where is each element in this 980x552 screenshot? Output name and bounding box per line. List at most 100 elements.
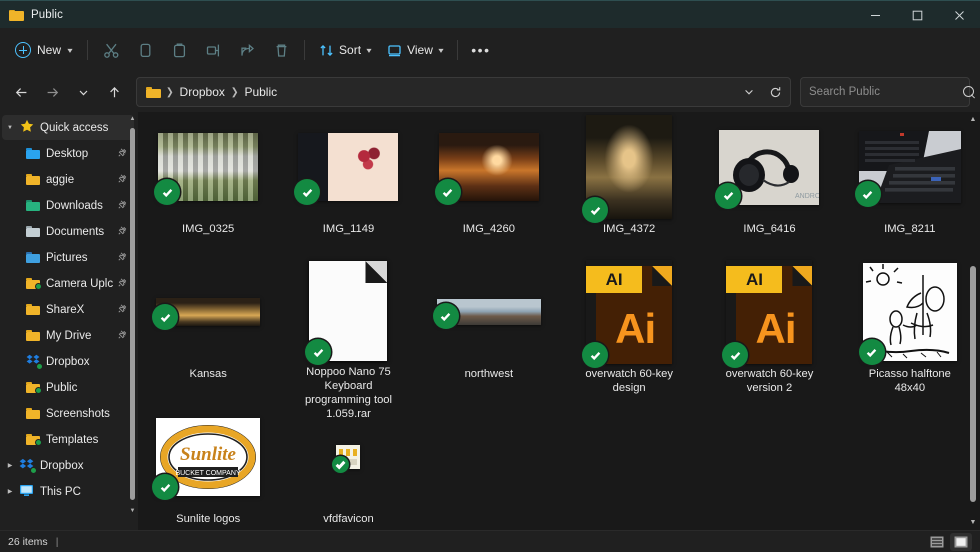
sidebar-item-quick-access[interactable]: ▼Quick access	[2, 115, 134, 140]
new-button[interactable]: New ▾	[8, 35, 81, 65]
refresh-icon[interactable]	[762, 79, 788, 105]
maximize-icon[interactable]	[896, 1, 938, 29]
file-name: overwatch 60-key version 2	[712, 366, 826, 396]
sidebar-item-documents[interactable]: Documents	[2, 219, 134, 244]
sidebar-item-my-drive[interactable]: My Drive	[2, 323, 134, 348]
file-explorer-window: Public New ▾	[0, 0, 980, 552]
file-item[interactable]: IMG_0325	[138, 112, 278, 257]
pin-icon[interactable]	[118, 226, 128, 237]
file-thumbnail	[336, 445, 360, 469]
cut-icon[interactable]	[94, 35, 128, 65]
sidebar-item-sharex[interactable]: ShareX	[2, 297, 134, 322]
file-item[interactable]: ANDROID IMG_6416	[699, 112, 839, 257]
file-item[interactable]: Kansas	[138, 257, 278, 402]
address-chevron-down-icon[interactable]	[736, 79, 762, 105]
chevron-right-icon[interactable]: ▶	[2, 488, 18, 495]
details-view-icon[interactable]	[926, 533, 948, 551]
file-item[interactable]: IMG_8211	[840, 112, 980, 257]
sync-check-badge-icon	[722, 342, 748, 368]
file-item[interactable]: AIAioverwatch 60-key design	[559, 257, 699, 402]
svg-text:BUCKET COMPANY: BUCKET COMPANY	[176, 470, 241, 477]
sidebar-item-camera-uplc[interactable]: Camera Uplc	[2, 271, 134, 296]
sidebar-item-templates[interactable]: Templates	[2, 427, 134, 452]
navigation-pane[interactable]: ▼Quick accessDesktopaggieDownloadsDocume…	[0, 112, 138, 530]
sort-label: Sort	[339, 43, 361, 57]
plus-icon	[15, 42, 31, 58]
recent-locations-chevron-down-icon[interactable]	[68, 77, 98, 107]
view-button[interactable]: View ▾	[379, 35, 451, 65]
sync-check-badge-icon	[715, 183, 741, 209]
chevron-down-icon[interactable]: ▼	[2, 125, 18, 131]
scroll-up-arrow-icon[interactable]: ▲	[967, 116, 979, 123]
back-arrow-icon[interactable]	[6, 77, 36, 107]
copy-icon[interactable]	[128, 35, 162, 65]
pin-icon[interactable]	[118, 200, 128, 211]
sidebar-scrollbar-thumb[interactable]	[130, 128, 135, 500]
status-separator: |	[56, 536, 59, 548]
minimize-icon[interactable]	[854, 1, 896, 29]
file-item[interactable]: northwest	[419, 257, 559, 402]
rename-icon[interactable]	[196, 35, 230, 65]
breadcrumb-separator: ❯	[165, 86, 175, 98]
close-icon[interactable]	[938, 1, 980, 29]
share-icon[interactable]	[230, 35, 264, 65]
pin-icon[interactable]	[118, 252, 128, 263]
file-item[interactable]: AIAioverwatch 60-key version 2	[699, 257, 839, 402]
file-list-pane[interactable]: cropdc trinity wallpapergr cover 2015gr …	[138, 112, 980, 530]
sidebar-item-this-pc[interactable]: ▶This PC	[2, 479, 134, 504]
search-input[interactable]	[809, 86, 963, 98]
sidebar-item-dropbox[interactable]: Dropbox	[2, 349, 134, 374]
sidebar-scrollbar[interactable]: ▲ ▼	[129, 116, 136, 526]
sidebar-item-dropbox[interactable]: ▶Dropbox	[2, 453, 134, 478]
file-item[interactable]: Picasso halftone 48x40	[840, 257, 980, 402]
chevron-right-icon[interactable]: ▶	[2, 462, 18, 469]
search-box[interactable]	[800, 77, 970, 107]
sort-button[interactable]: Sort ▾	[311, 35, 379, 65]
file-item[interactable]: vfdfavicon	[278, 402, 418, 530]
sidebar-item-desktop[interactable]: Desktop	[2, 141, 134, 166]
up-arrow-icon[interactable]	[99, 77, 129, 107]
sidebar-item-downloads[interactable]: Downloads	[2, 193, 134, 218]
navigation-bar: ❯ Dropbox ❯ Public	[0, 72, 980, 112]
window-title: Public	[31, 9, 63, 21]
file-item[interactable]: IMG_4260	[419, 112, 559, 257]
content-scrollbar[interactable]: ▲ ▼	[967, 114, 979, 528]
file-name: IMG_6416	[740, 221, 798, 237]
file-item[interactable]: Noppoo Nano 75 Keyboard programming tool…	[278, 257, 418, 402]
delete-icon[interactable]	[264, 35, 298, 65]
file-name: Sunlite logos	[173, 511, 243, 527]
folder-icon	[24, 304, 41, 315]
pin-icon[interactable]	[118, 330, 128, 341]
forward-arrow-icon[interactable]	[37, 77, 67, 107]
scroll-down-arrow-icon[interactable]: ▼	[967, 519, 979, 526]
scroll-up-arrow-icon[interactable]: ▲	[129, 116, 136, 122]
pin-icon[interactable]	[118, 148, 128, 159]
large-icons-view-icon[interactable]	[950, 533, 972, 551]
pin-icon[interactable]	[118, 174, 128, 185]
sidebar-item-aggie[interactable]: aggie	[2, 167, 134, 192]
pin-icon[interactable]	[118, 304, 128, 315]
chevron-down-icon: ▾	[366, 46, 371, 55]
dropbox-folder-icon	[24, 434, 41, 445]
file-thumbnail	[298, 133, 398, 201]
file-name: northwest	[462, 366, 517, 382]
see-more-button[interactable]: •••	[464, 35, 498, 65]
sidebar-item-public[interactable]: Public	[2, 375, 134, 400]
breadcrumb-item-dropbox[interactable]: Dropbox	[175, 83, 230, 101]
sidebar-item-screenshots[interactable]: Screenshots	[2, 401, 134, 426]
file-name: IMG_0325	[179, 221, 237, 237]
file-item[interactable]: IMG_4372	[559, 112, 699, 257]
sync-check-badge-icon	[152, 304, 178, 330]
divider	[457, 40, 458, 60]
address-bar[interactable]: ❯ Dropbox ❯ Public	[136, 77, 791, 107]
file-item[interactable]: IMG_1149	[278, 112, 418, 257]
pin-icon[interactable]	[118, 278, 128, 289]
file-item[interactable]: SunliteBUCKET COMPANYSunlite logos	[138, 402, 278, 530]
dropbox-blue-icon	[24, 354, 41, 369]
paste-icon[interactable]	[162, 35, 196, 65]
breadcrumb-item-public[interactable]: Public	[239, 83, 282, 101]
scroll-down-arrow-icon[interactable]: ▼	[129, 508, 136, 514]
svg-text:ANDROID: ANDROID	[795, 193, 819, 200]
sidebar-item-pictures[interactable]: Pictures	[2, 245, 134, 270]
content-scrollbar-thumb[interactable]	[970, 266, 976, 502]
